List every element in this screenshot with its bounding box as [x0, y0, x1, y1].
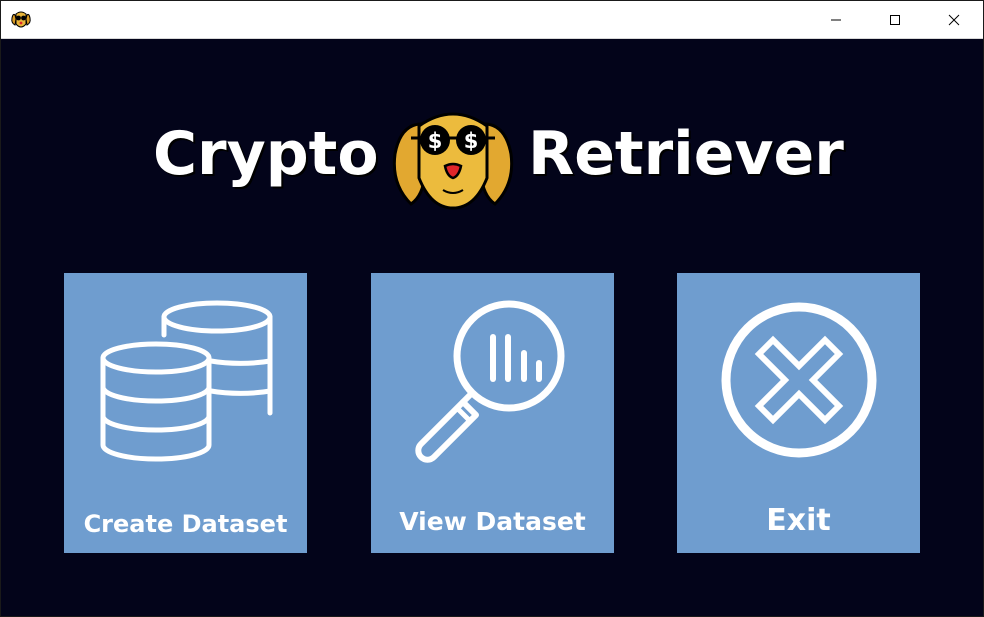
- exit-label: Exit: [766, 503, 831, 538]
- exit-button[interactable]: Exit: [677, 273, 920, 553]
- maximize-button[interactable]: [866, 1, 924, 38]
- logo-word-crypto: Crypto: [153, 119, 379, 189]
- app-window: Crypto $ $ Retriever Create Dataset View…: [0, 0, 984, 617]
- view-dataset-label: View Dataset: [399, 507, 586, 536]
- app-icon: [11, 11, 31, 28]
- app-logo: Crypto $ $ Retriever: [1, 96, 983, 216]
- logo-word-retriever: Retriever: [528, 119, 844, 189]
- maximize-icon: [890, 14, 900, 25]
- database-icon: [100, 300, 273, 462]
- minimize-button[interactable]: [807, 1, 865, 38]
- svg-text:$: $: [464, 129, 479, 153]
- create-dataset-button[interactable]: Create Dataset: [64, 273, 307, 553]
- exit-x-circle-icon: [721, 302, 877, 458]
- close-window-button[interactable]: [925, 1, 983, 38]
- magnifier-chart-icon: [415, 300, 565, 463]
- view-dataset-button[interactable]: View Dataset: [371, 273, 614, 553]
- close-icon: [948, 14, 960, 25]
- dog-with-dollar-glasses-icon: $ $: [392, 112, 514, 210]
- title-bar[interactable]: [1, 1, 983, 39]
- minimize-icon: [831, 19, 841, 20]
- create-dataset-label: Create Dataset: [83, 510, 288, 538]
- svg-text:$: $: [428, 129, 443, 153]
